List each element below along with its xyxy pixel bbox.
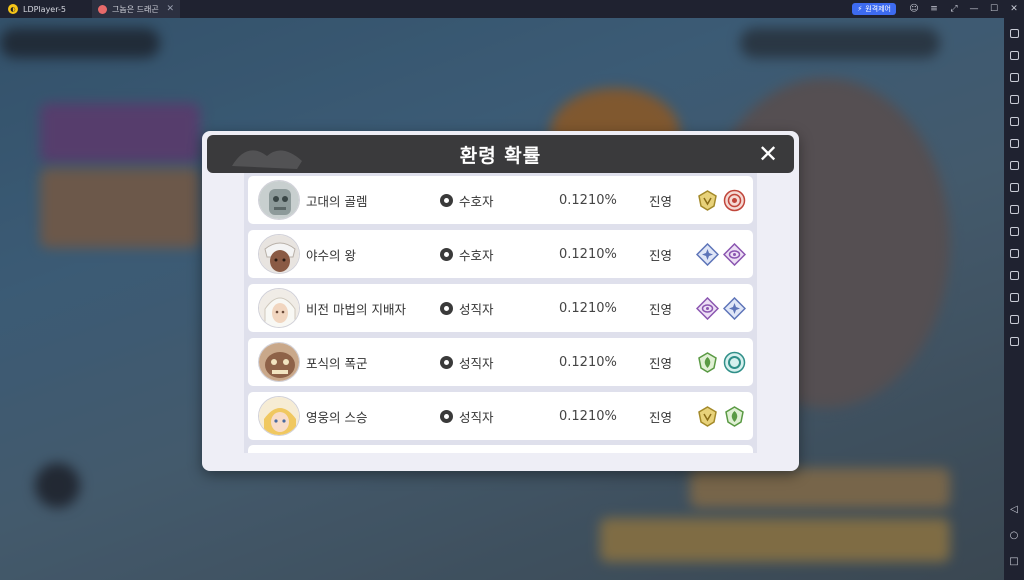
hero-camp: 진영 xyxy=(649,193,673,209)
fullscreen-icon[interactable]: ⤢ xyxy=(944,4,964,14)
teal-ring-icon xyxy=(723,351,746,374)
hero-camp: 진영 xyxy=(649,409,673,425)
hero-probability: 0.1210% xyxy=(559,300,617,316)
golem-avatar xyxy=(258,180,300,220)
emulator-titlebar: ◐ LDPlayer-5 그놈은 드래곤 ✕ ⚡ 원격제어 ☺ ≡ ⤢ — ☐ … xyxy=(0,0,1024,18)
beast-king-avatar xyxy=(258,234,300,274)
minimize-icon[interactable]: — xyxy=(964,4,984,14)
gold-crest-icon xyxy=(696,405,719,428)
guardian-class-icon xyxy=(440,247,453,261)
hero-camp: 진영 xyxy=(649,355,673,371)
lightning-icon: ⚡ xyxy=(857,5,863,13)
hero-name: 영웅의 스승 xyxy=(306,409,368,425)
hero-name: 고대의 골렘 xyxy=(306,193,368,209)
hero-name: 야수의 왕 xyxy=(306,247,356,263)
scissors-icon[interactable] xyxy=(1004,198,1024,220)
dialog-title: 환령 확률 xyxy=(459,144,542,167)
hero-class: 수호자 xyxy=(459,193,494,209)
arcane-master-avatar xyxy=(258,288,300,328)
screenshot-icon[interactable] xyxy=(1004,110,1024,132)
probability-list[interactable]: 고대의 골렘 수호자 0.1210% 진영 야수의 왕 수호자 0.1210% … xyxy=(244,173,757,453)
purple-eye-icon xyxy=(696,296,719,320)
list-item: 비전 마법의 지배자 성직자 0.1210% 진영 xyxy=(248,284,753,332)
multi-window-icon[interactable] xyxy=(1004,330,1024,352)
tab-game[interactable]: 그놈은 드래곤 ✕ xyxy=(92,0,180,18)
app-name: LDPlayer-5 xyxy=(23,4,66,14)
maximize-icon[interactable]: ☐ xyxy=(984,4,1004,14)
app-brand: ◐ LDPlayer-5 xyxy=(0,0,92,18)
priest-class-icon xyxy=(440,355,453,369)
install-apk-icon[interactable] xyxy=(1004,154,1024,176)
remote-control-label: 원격제어 xyxy=(865,5,891,13)
robot-icon[interactable] xyxy=(1004,176,1024,198)
keyboard-icon[interactable] xyxy=(1004,44,1024,66)
close-button[interactable]: ✕ xyxy=(756,142,780,166)
hero-probability: 0.1210% xyxy=(559,192,617,208)
window-close-icon[interactable]: ✕ xyxy=(1004,4,1024,14)
ldplayer-logo-icon: ◐ xyxy=(8,4,18,14)
folder-icon[interactable] xyxy=(1004,286,1024,308)
list-item-partial xyxy=(248,445,753,453)
volume-up-icon[interactable] xyxy=(1004,66,1024,88)
hero-probability: 0.1210% xyxy=(559,408,617,424)
blue-star-icon xyxy=(723,296,746,320)
account-icon[interactable]: ☺ xyxy=(904,4,924,14)
hero-camp: 진영 xyxy=(649,301,673,317)
hero-probability: 0.1210% xyxy=(559,354,617,370)
list-item: 포식의 폭군 성직자 0.1210% 진영 xyxy=(248,338,753,386)
location-icon[interactable] xyxy=(1004,308,1024,330)
gold-crest-icon xyxy=(696,189,719,212)
priest-class-icon xyxy=(440,409,453,423)
hero-probability: 0.1210% xyxy=(559,246,617,262)
priest-class-icon xyxy=(440,301,453,315)
purple-eye-icon xyxy=(723,242,746,266)
resize-icon[interactable] xyxy=(1004,264,1024,286)
settings-icon[interactable] xyxy=(1004,22,1024,44)
back-icon[interactable]: ◁ xyxy=(1004,496,1024,522)
dialog-header: 환령 확률 ✕ xyxy=(207,135,794,173)
volume-down-icon[interactable] xyxy=(1004,88,1024,110)
remote-control-button[interactable]: ⚡ 원격제어 xyxy=(852,3,896,15)
hero-class: 수호자 xyxy=(459,247,494,263)
list-item: 영웅의 스승 성직자 0.1210% 진영 xyxy=(248,392,753,440)
home-icon[interactable]: ○ xyxy=(1004,522,1024,548)
tyrant-avatar xyxy=(258,342,300,382)
hero-mentor-avatar xyxy=(258,396,300,436)
green-leaf-icon xyxy=(696,351,719,374)
list-item: 야수의 왕 수호자 0.1210% 진영 xyxy=(248,230,753,278)
menu-icon[interactable]: ≡ xyxy=(924,4,944,14)
hero-camp: 진영 xyxy=(649,247,673,263)
hero-class: 성직자 xyxy=(459,409,494,425)
hero-class: 성직자 xyxy=(459,301,494,317)
hero-name: 비전 마법의 지배자 xyxy=(306,301,406,317)
recents-icon[interactable]: □ xyxy=(1004,548,1024,574)
hero-name: 포식의 폭군 xyxy=(306,355,368,371)
android-nav: ◁ ○ □ xyxy=(1004,496,1024,580)
sync-icon[interactable] xyxy=(1004,242,1024,264)
record-icon[interactable] xyxy=(1004,220,1024,242)
dragon-deco-icon xyxy=(232,150,302,169)
blue-star-icon xyxy=(696,242,719,266)
summon-probability-dialog: 환령 확률 ✕ 고대의 골렘 수호자 0.1210% 진영 야수의 왕 수호자 … xyxy=(202,131,799,471)
green-leaf-icon xyxy=(723,405,746,428)
tab-title: 그놈은 드래곤 xyxy=(112,4,159,14)
guardian-class-icon xyxy=(440,193,453,207)
red-spiral-icon xyxy=(723,189,746,212)
emulator-toolbar: ◁ ○ □ xyxy=(1004,18,1024,580)
hero-class: 성직자 xyxy=(459,355,494,371)
list-item: 고대의 골렘 수호자 0.1210% 진영 xyxy=(248,176,753,224)
game-tab-icon xyxy=(98,4,107,14)
tab-close-icon[interactable]: ✕ xyxy=(166,4,174,14)
camera-icon[interactable] xyxy=(1004,132,1024,154)
